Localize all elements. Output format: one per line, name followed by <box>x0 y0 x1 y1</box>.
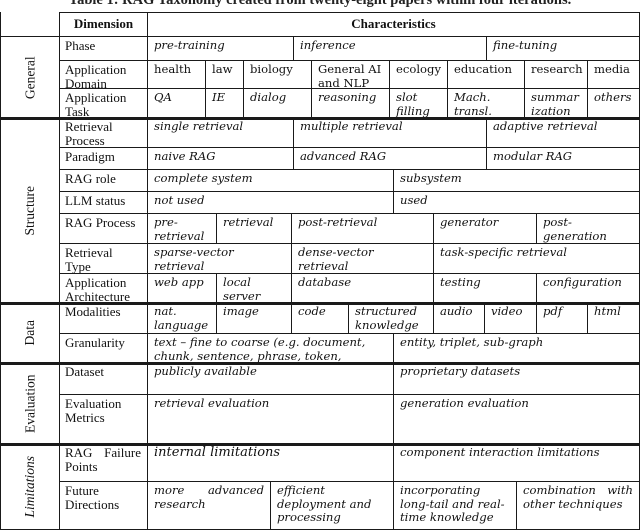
characteristic-cell: education <box>447 60 525 90</box>
characteristic-cell: retrieval <box>216 213 292 245</box>
characteristic-cell: adaptive retrieval <box>486 117 640 149</box>
dimension-rag-process: RAG Process <box>59 213 148 245</box>
characteristic-cell: web app <box>147 273 217 304</box>
characteristic-cell: inference <box>293 36 487 62</box>
group-divider <box>0 118 640 120</box>
characteristic-cell: health <box>147 60 206 90</box>
characteristic-cell: media <box>587 60 640 90</box>
characteristic-cell: efficient deployment and processing <box>270 481 394 530</box>
dimension-application-architecture: Application Architecture <box>59 273 148 304</box>
characteristic-cell: naive RAG <box>147 147 294 171</box>
characteristic-cell: component interaction limitations <box>393 443 640 483</box>
dimension-retrieval-type: Retrieval Type <box>59 243 148 275</box>
group-label-limitations: Limitations <box>22 455 38 518</box>
characteristic-cell: subsystem <box>393 169 640 193</box>
characteristic-cell: audio <box>433 302 485 335</box>
group-limitations: Limitations <box>0 443 60 530</box>
characteristic-cell: database <box>291 273 434 304</box>
characteristic-cell: nat. language <box>147 302 217 335</box>
characteristic-cell: Mach. transl. <box>447 88 525 119</box>
dimension-rag-role: RAG role <box>59 169 148 193</box>
group-label-structure: Structure <box>22 185 38 236</box>
dimension-phase: Phase <box>59 36 148 62</box>
characteristic-cell: pdf <box>536 302 588 335</box>
group-data: Data <box>0 302 60 364</box>
table-caption: Table 1: RAG Taxonomy created from twent… <box>68 0 572 8</box>
characteristic-cell: others <box>587 88 640 119</box>
characteristic-cell: combination with other techniques <box>516 481 640 530</box>
header-dimension: Dimension <box>59 12 148 38</box>
dimension-paradigm: Paradigm <box>59 147 148 171</box>
characteristic-cell: image <box>216 302 292 335</box>
characteristic-cell: pre-training <box>147 36 294 62</box>
characteristic-cell: text – fine to coarse (e.g. document, ch… <box>147 333 394 364</box>
dimension-application-domain: Application Domain <box>59 60 148 90</box>
group-evaluation: Evaluation <box>0 362 60 445</box>
characteristic-cell: law <box>205 60 244 90</box>
group-divider <box>0 303 640 305</box>
dimension-llm-status: LLM status <box>59 191 148 215</box>
dimension-granularity: Granularity <box>59 333 148 364</box>
characteristic-cell: post-generation <box>536 213 640 245</box>
dimension-rag-failure-points: RAG Failure Points <box>59 443 148 483</box>
group-label-general: General <box>22 56 38 99</box>
group-structure: Structure <box>0 117 60 304</box>
dimension-evaluation-metrics: Evaluation Metrics <box>59 394 148 445</box>
dimension-future-directions: Future Directions <box>59 481 148 530</box>
characteristic-cell: more advanced research <box>147 481 271 530</box>
dimension-modalities: Modalities <box>59 302 148 335</box>
characteristic-cell: structured knowledge <box>348 302 434 335</box>
characteristic-cell: General AI and NLP <box>311 60 390 90</box>
characteristic-cell: incorporating long-tail and real-time kn… <box>393 481 517 530</box>
characteristic-cell: multiple retrieval <box>293 117 487 149</box>
characteristic-cell: advanced RAG <box>293 147 487 171</box>
characteristic-cell: sparse-vector retrieval <box>147 243 292 275</box>
characteristic-cell: html <box>587 302 640 335</box>
characteristic-cell: generation evaluation <box>393 394 640 445</box>
characteristic-cell: complete system <box>147 169 394 193</box>
characteristic-cell: fine-tuning <box>486 36 640 62</box>
characteristic-cell: modular RAG <box>486 147 640 171</box>
characteristic-cell: local server <box>216 273 292 304</box>
header-blank <box>0 12 60 38</box>
characteristic-cell: task-specific retrieval <box>433 243 640 275</box>
characteristic-cell: proprietary datasets <box>393 362 640 396</box>
header-characteristics: Characteristics <box>147 12 640 38</box>
dimension-application-task: Application Task <box>59 88 148 119</box>
group-general: General <box>0 36 60 119</box>
characteristic-cell: internal limitations <box>147 443 394 483</box>
characteristic-cell: configuration <box>536 273 640 304</box>
characteristic-cell: QA <box>147 88 206 119</box>
group-divider <box>0 444 640 446</box>
characteristic-cell: video <box>484 302 537 335</box>
characteristic-cell: research <box>524 60 588 90</box>
dimension-dataset: Dataset <box>59 362 148 396</box>
dimension-retrieval-process: Retrieval Process <box>59 117 148 149</box>
group-label-evaluation: Evaluation <box>22 374 38 433</box>
characteristic-cell: publicly available <box>147 362 394 396</box>
characteristic-cell: dialog <box>243 88 312 119</box>
characteristic-cell: single retrieval <box>147 117 294 149</box>
characteristic-cell: retrieval evaluation <box>147 394 394 445</box>
characteristic-cell: generator <box>433 213 537 245</box>
characteristic-cell: slot filling <box>389 88 448 119</box>
characteristic-cell: biology <box>243 60 312 90</box>
characteristic-cell: summar ization <box>524 88 588 119</box>
group-label-data: Data <box>22 320 38 346</box>
characteristic-cell: used <box>393 191 640 215</box>
characteristic-cell: not used <box>147 191 394 215</box>
group-divider <box>0 363 640 365</box>
characteristic-cell: post-retrieval <box>291 213 434 245</box>
characteristic-cell: entity, triplet, sub-graph <box>393 333 640 364</box>
characteristic-cell: testing <box>433 273 537 304</box>
characteristic-cell: pre- retrieval <box>147 213 217 245</box>
characteristic-cell: ecology <box>389 60 448 90</box>
characteristic-cell: code <box>291 302 349 335</box>
characteristic-cell: dense-vector retrieval <box>291 243 434 275</box>
characteristic-cell: reasoning <box>311 88 390 119</box>
characteristic-cell: IE <box>205 88 244 119</box>
